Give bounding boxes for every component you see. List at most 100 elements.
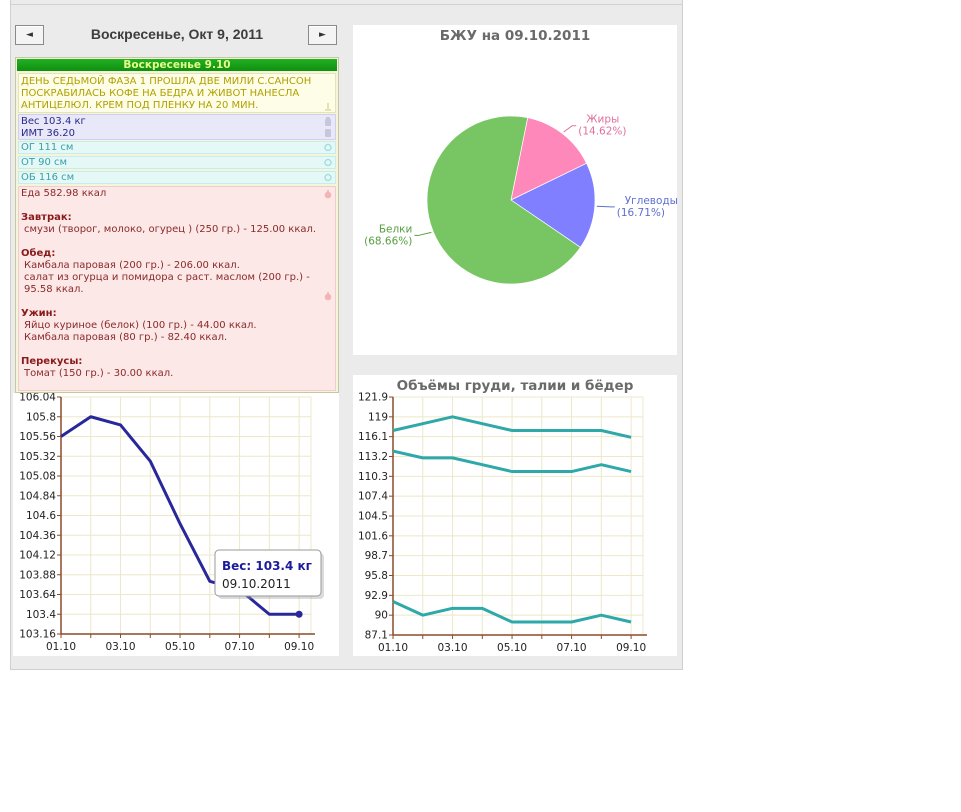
pie-slice-percent: (68.66%)	[364, 235, 412, 247]
weight-y-tick-label: 103.16	[19, 629, 56, 641]
volumes-y-tick-label: 107.4	[358, 491, 388, 503]
bmi-value: ИМТ 36.20	[21, 128, 76, 139]
meal-breakfast: Завтрак: смузи (творог, молоко, огурец )…	[21, 212, 333, 236]
meal-dinner: Ужин: Яйцо куриное (белок) (100 гр.) - 4…	[21, 308, 333, 344]
tooltip-date: 09.10.2011	[222, 577, 291, 591]
macros-chart-panel: БЖУ на 09.10.2011 Жиры (14.62%) Углеводы (16…	[353, 25, 678, 355]
meal-item: Яйцо куриное (белок) (100 гр.) - 44.00 к…	[24, 320, 257, 331]
weight-x-tick-label: 07.10	[225, 641, 255, 653]
hips-measure: ОБ 116 см	[21, 172, 75, 183]
apple-icon	[324, 190, 332, 199]
meal-item: Камбала паровая (200 гр.) - 206.00 ккал.	[24, 260, 240, 271]
volumes-x-tick-label: 09.10	[616, 642, 646, 654]
weight-y-tick-label: 104.12	[19, 550, 56, 562]
meal-item: Камбала паровая (80 гр.) - 82.40 ккал.	[24, 332, 228, 343]
pie-slice-percent: (14.62%)	[578, 126, 626, 138]
weight-x-tick-label: 05.10	[165, 641, 195, 653]
note-pin-icon	[325, 103, 331, 111]
weight-tooltip: Вес: 103.4 кг 09.10.2011	[214, 549, 324, 599]
meal-snacks: Перекусы: Томат (150 гр.) - 30.00 ккал.	[21, 356, 333, 380]
volumes-y-tick-label: 119	[368, 411, 388, 423]
weight-y-tick-label: 104.84	[19, 490, 56, 502]
note-text: ДЕНЬ СЕДЬМОЙ ФАЗА 1 ПРОШЛА ДВЕ МИЛИ С.СА…	[21, 76, 312, 111]
note-entry[interactable]: ДЕНЬ СЕДЬМОЙ ФАЗА 1 ПРОШЛА ДВЕ МИЛИ С.СА…	[18, 73, 336, 113]
bottom-divider	[11, 669, 682, 670]
pie-label-leader	[596, 205, 615, 208]
hips-measure-entry[interactable]: ОБ 116 см	[18, 171, 336, 184]
tape-measure-icon	[324, 143, 332, 152]
volumes-y-tick-label: 90	[375, 610, 388, 622]
food-total: Еда 582.98 ккал	[21, 188, 107, 199]
weight-y-tick-label: 103.64	[19, 589, 56, 601]
pie-slice-label: Углеводы	[625, 195, 677, 207]
waist-measure-entry[interactable]: ОТ 90 см	[18, 156, 336, 169]
pie-slice-label: Белки	[379, 223, 413, 235]
volumes-x-tick-label: 01.10	[378, 642, 408, 654]
weight-y-tick-label: 104.6	[26, 510, 56, 522]
weight-chart-panel: 106.04 105.8 105.56 105.32 105.08 104.84 104.6…	[13, 392, 339, 656]
journal-date-header: Воскресенье 9.10	[17, 59, 337, 71]
weight-x-tick-label: 01.10	[46, 641, 76, 653]
meal-title: Обед:	[21, 248, 56, 259]
apple-icon	[324, 292, 332, 301]
next-day-button[interactable]: ►	[308, 25, 337, 45]
scale-icon	[325, 117, 331, 126]
chest-measure: ОГ 111 см	[21, 142, 74, 153]
weight-y-tick-label: 106.04	[19, 393, 56, 404]
day-journal: Воскресенье 9.10 ДЕНЬ СЕДЬМОЙ ФАЗА 1 ПРО…	[15, 57, 339, 393]
macros-pie-chart[interactable]: БЖУ на 09.10.2011 Жиры(14.62%) Углеводы(16…	[353, 25, 678, 355]
volumes-y-tick-label: 92.9	[365, 590, 388, 602]
volumes-x-tick-label: 07.10	[557, 642, 587, 654]
volumes-x-tick-label: 03.10	[437, 642, 467, 654]
left-triangle-icon: ◄	[26, 30, 33, 40]
tooltip-value: Вес: 103.4 кг	[222, 559, 312, 573]
meal-item: смузи (творог, молоко, огурец ) (250 гр.…	[24, 224, 317, 235]
bmi-icon	[325, 129, 331, 137]
waist-measure: ОТ 90 см	[21, 157, 68, 168]
meal-item: Томат (150 гр.) - 30.00 ккал.	[24, 368, 174, 379]
prev-day-button[interactable]: ◄	[15, 25, 44, 45]
volumes-y-tick-label: 104.5	[358, 511, 388, 523]
weight-y-tick-label: 105.08	[19, 471, 56, 483]
pie-label-leader	[414, 231, 432, 236]
volumes-y-tick-label: 116.1	[358, 431, 388, 443]
tape-measure-icon	[324, 158, 332, 167]
weight-y-tick-label: 104.36	[19, 530, 56, 542]
chest-measure-entry[interactable]: ОГ 111 см	[18, 141, 336, 154]
pie-slice-label: Жиры	[586, 114, 619, 126]
volumes-y-tick-label: 101.6	[358, 530, 388, 542]
volumes-y-tick-label: 98.7	[365, 550, 388, 562]
volumes-y-tick-label: 87.1	[365, 630, 388, 642]
volumes-x-tick-label: 05.10	[497, 642, 527, 654]
weight-chart[interactable]: 106.04 105.8 105.56 105.32 105.08 104.84 104.6…	[13, 392, 339, 656]
weight-value: Вес 103.4 кг	[21, 116, 86, 127]
meal-lunch: Обед: Камбала паровая (200 гр.) - 206.00…	[21, 248, 333, 296]
volumes-y-tick-label: 121.9	[358, 392, 388, 404]
meal-title: Завтрак:	[21, 212, 72, 223]
weight-y-tick-label: 105.8	[26, 411, 56, 423]
weight-y-tick-label: 103.4	[26, 609, 56, 621]
weight-x-tick-label: 03.10	[105, 641, 135, 653]
meal-title: Перекусы:	[21, 356, 83, 367]
volumes-y-tick-label: 113.2	[358, 451, 388, 463]
weight-entry[interactable]: Вес 103.4 кг ИМТ 36.20	[18, 114, 336, 140]
volumes-title: Объёмы груди, талии и бёдер	[397, 378, 634, 394]
meal-title: Ужин:	[21, 308, 57, 319]
pie-slice-percent: (16.71%)	[617, 207, 665, 219]
volumes-chart-panel: Объёмы груди, талии и бёдер 121.9 119 116.1…	[353, 375, 677, 656]
weight-point-marker	[295, 610, 303, 618]
page-title: Воскресенье, Окт 9, 2011	[90, 26, 264, 42]
food-entry[interactable]: Еда 582.98 ккал Завтрак: смузи (творог, …	[18, 186, 336, 391]
weight-x-tick-label: 09.10	[284, 641, 314, 653]
right-triangle-icon: ►	[319, 30, 326, 40]
volumes-y-tick-label: 110.3	[358, 471, 388, 483]
top-divider	[11, 4, 682, 5]
volumes-chart[interactable]: Объёмы груди, талии и бёдер 121.9 119 116.1…	[353, 375, 677, 656]
pie-title: БЖУ на 09.10.2011	[440, 28, 590, 44]
tape-measure-icon	[324, 173, 332, 182]
weight-y-tick-label: 105.32	[19, 451, 56, 463]
weight-y-tick-label: 105.56	[19, 431, 56, 443]
volumes-y-tick-label: 95.8	[365, 570, 388, 582]
meal-item: салат из огурца и помидора с раст. масло…	[24, 272, 310, 295]
weight-y-tick-label: 103.88	[19, 569, 56, 581]
